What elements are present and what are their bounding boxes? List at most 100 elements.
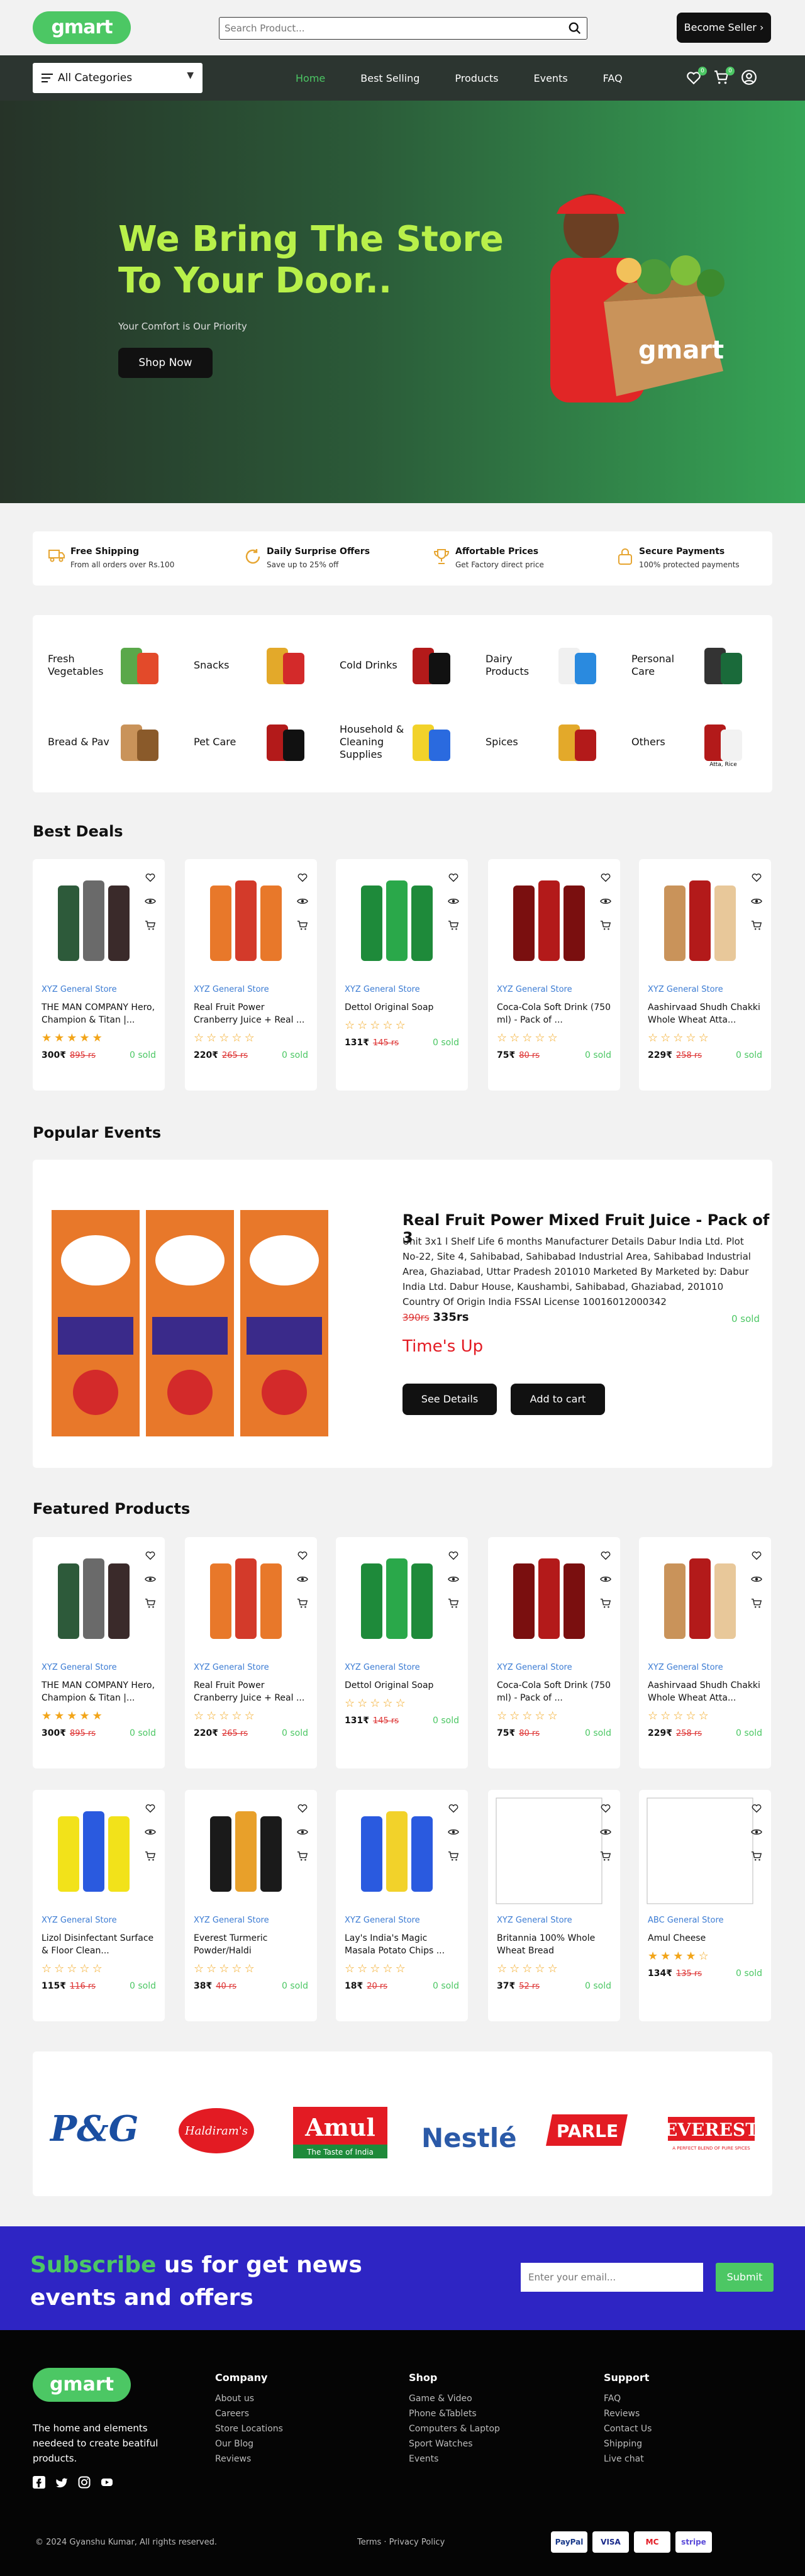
add-to-cart-icon[interactable]	[448, 1597, 459, 1609]
search-input[interactable]	[219, 18, 559, 38]
category-item[interactable]: Household & Cleaning Supplies	[325, 711, 469, 774]
product-card[interactable]: XYZ General Store Dettol Original Soap ☆☆☆…	[336, 1537, 468, 1768]
footer-link[interactable]: Shipping	[604, 2436, 652, 2451]
product-image[interactable]	[496, 1797, 602, 1904]
product-card[interactable]: XYZ General Store THE MAN COMPANY Hero, C…	[33, 1537, 165, 1768]
wishlist-icon[interactable]	[448, 1802, 459, 1814]
product-title[interactable]: Lizol Disinfectant Surface & Floor Clean…	[42, 1932, 157, 1957]
quick-view-icon[interactable]	[297, 896, 308, 907]
product-card[interactable]: XYZ General Store Dettol Original Soap ☆☆☆…	[336, 859, 468, 1091]
product-store[interactable]: XYZ General Store	[345, 1663, 420, 1672]
product-card[interactable]: ABC General Store Amul Cheese ★★★★☆ 134₹ 135…	[639, 1790, 771, 2021]
add-to-cart-icon[interactable]	[145, 919, 156, 931]
wishlist-icon[interactable]	[448, 1550, 459, 1561]
wishlist-icon[interactable]	[297, 1802, 308, 1814]
wishlist-icon[interactable]: 0	[686, 67, 707, 87]
product-store[interactable]: XYZ General Store	[194, 1916, 269, 1925]
shop-now-button[interactable]: Shop Now	[118, 348, 213, 378]
product-card[interactable]: XYZ General Store Lizol Disinfectant Surf…	[33, 1790, 165, 2021]
category-item[interactable]: Cold Drinks	[325, 634, 469, 697]
footer-link[interactable]: Phone &Tablets	[409, 2406, 500, 2421]
wishlist-icon[interactable]	[297, 1550, 308, 1561]
category-select[interactable]: All Categories ▼	[33, 63, 203, 93]
quick-view-icon[interactable]	[145, 1826, 156, 1838]
product-card[interactable]: XYZ General Store Coca-Cola Soft Drink (7…	[488, 1537, 620, 1768]
product-image[interactable]	[343, 1797, 450, 1904]
product-image[interactable]	[40, 1545, 147, 1652]
product-title[interactable]: Aashirvaad Shudh Chakki Whole Wheat Atta…	[648, 1001, 763, 1026]
add-to-cart-icon[interactable]	[600, 1597, 611, 1609]
quick-view-icon[interactable]	[600, 1826, 611, 1838]
product-card[interactable]: XYZ General Store Real Fruit Power Cranbe…	[185, 1537, 317, 1768]
add-to-cart-icon[interactable]	[751, 919, 762, 931]
nav-link-best-selling[interactable]: Best Selling	[360, 72, 419, 84]
product-image[interactable]	[647, 867, 753, 974]
product-image[interactable]	[192, 867, 299, 974]
add-to-cart-icon[interactable]	[297, 1597, 308, 1609]
wishlist-icon[interactable]	[751, 1802, 762, 1814]
footer-logo[interactable]: gmart	[33, 2368, 131, 2402]
quick-view-icon[interactable]	[448, 1574, 459, 1585]
facebook-icon[interactable]	[33, 2476, 45, 2489]
add-to-cart-icon[interactable]	[297, 919, 308, 931]
wishlist-icon[interactable]	[751, 1550, 762, 1561]
terms-privacy-link[interactable]: Terms · Privacy Policy	[357, 2538, 445, 2547]
site-logo[interactable]: gmart	[33, 11, 131, 44]
add-to-cart-icon[interactable]	[448, 919, 459, 931]
product-store[interactable]: XYZ General Store	[42, 985, 117, 994]
quick-view-icon[interactable]	[600, 896, 611, 907]
product-title[interactable]: THE MAN COMPANY Hero, Champion & Titan |…	[42, 1001, 157, 1026]
category-item[interactable]: Fresh Vegetables	[33, 634, 177, 697]
footer-link[interactable]: About us	[215, 2391, 283, 2406]
product-image[interactable]	[496, 867, 602, 974]
product-card[interactable]: XYZ General Store Coca-Cola Soft Drink (7…	[488, 859, 620, 1091]
product-store[interactable]: XYZ General Store	[497, 1916, 572, 1925]
add-to-cart-icon[interactable]	[600, 1850, 611, 1862]
product-title[interactable]: Everest Turmeric Powder/Haldi	[194, 1932, 309, 1957]
category-item[interactable]: Bread & Pav	[33, 711, 177, 774]
footer-link[interactable]: FAQ	[604, 2391, 652, 2406]
footer-link[interactable]: Computers & Laptop	[409, 2421, 500, 2436]
product-store[interactable]: XYZ General Store	[648, 1663, 723, 1672]
product-title[interactable]: Coca-Cola Soft Drink (750 ml) - Pack of …	[497, 1679, 613, 1704]
category-item[interactable]: Snacks	[179, 634, 323, 697]
footer-link[interactable]: Live chat	[604, 2451, 652, 2467]
nav-link-home[interactable]: Home	[296, 72, 325, 84]
product-card[interactable]: XYZ General Store Lay's India's Magic Mas…	[336, 1790, 468, 2021]
youtube-icon[interactable]	[101, 2476, 113, 2489]
add-to-cart-icon[interactable]	[751, 1850, 762, 1862]
product-image[interactable]	[647, 1545, 753, 1652]
product-title[interactable]: Real Fruit Power Cranberry Juice + Real …	[194, 1679, 309, 1704]
wishlist-icon[interactable]	[600, 1802, 611, 1814]
quick-view-icon[interactable]	[751, 1826, 762, 1838]
footer-link[interactable]: Our Blog	[215, 2436, 283, 2451]
product-title[interactable]: THE MAN COMPANY Hero, Champion & Titan |…	[42, 1679, 157, 1704]
add-to-cart-icon[interactable]	[297, 1850, 308, 1862]
product-title[interactable]: Amul Cheese	[648, 1932, 763, 1945]
add-to-cart-icon[interactable]	[448, 1850, 459, 1862]
product-store[interactable]: XYZ General Store	[345, 985, 420, 994]
nav-link-faq[interactable]: FAQ	[603, 72, 623, 84]
product-image[interactable]	[343, 867, 450, 974]
product-store[interactable]: XYZ General Store	[194, 1663, 269, 1672]
product-title[interactable]: Britannia 100% Whole Wheat Bread	[497, 1932, 613, 1957]
wishlist-icon[interactable]	[297, 872, 308, 883]
product-store[interactable]: XYZ General Store	[194, 985, 269, 994]
product-title[interactable]: Aashirvaad Shudh Chakki Whole Wheat Atta…	[648, 1679, 763, 1704]
see-details-button[interactable]: See Details	[402, 1384, 497, 1415]
product-image[interactable]	[192, 1797, 299, 1904]
category-item[interactable]: Others Atta, Rice	[616, 711, 761, 774]
subscribe-submit-button[interactable]: Submit	[716, 2263, 774, 2292]
instagram-icon[interactable]	[78, 2476, 91, 2489]
footer-link[interactable]: Contact Us	[604, 2421, 652, 2436]
product-card[interactable]: XYZ General Store THE MAN COMPANY Hero, C…	[33, 859, 165, 1091]
product-title[interactable]: Lay's India's Magic Masala Potato Chips …	[345, 1932, 460, 1957]
product-store[interactable]: XYZ General Store	[42, 1916, 117, 1925]
product-card[interactable]: XYZ General Store Aashirvaad Shudh Chakki…	[639, 859, 771, 1091]
product-image[interactable]	[192, 1545, 299, 1652]
footer-link[interactable]: Store Locations	[215, 2421, 283, 2436]
quick-view-icon[interactable]	[600, 1574, 611, 1585]
product-title[interactable]: Dettol Original Soap	[345, 1679, 460, 1692]
add-to-cart-icon[interactable]	[751, 1597, 762, 1609]
wishlist-icon[interactable]	[145, 872, 156, 883]
